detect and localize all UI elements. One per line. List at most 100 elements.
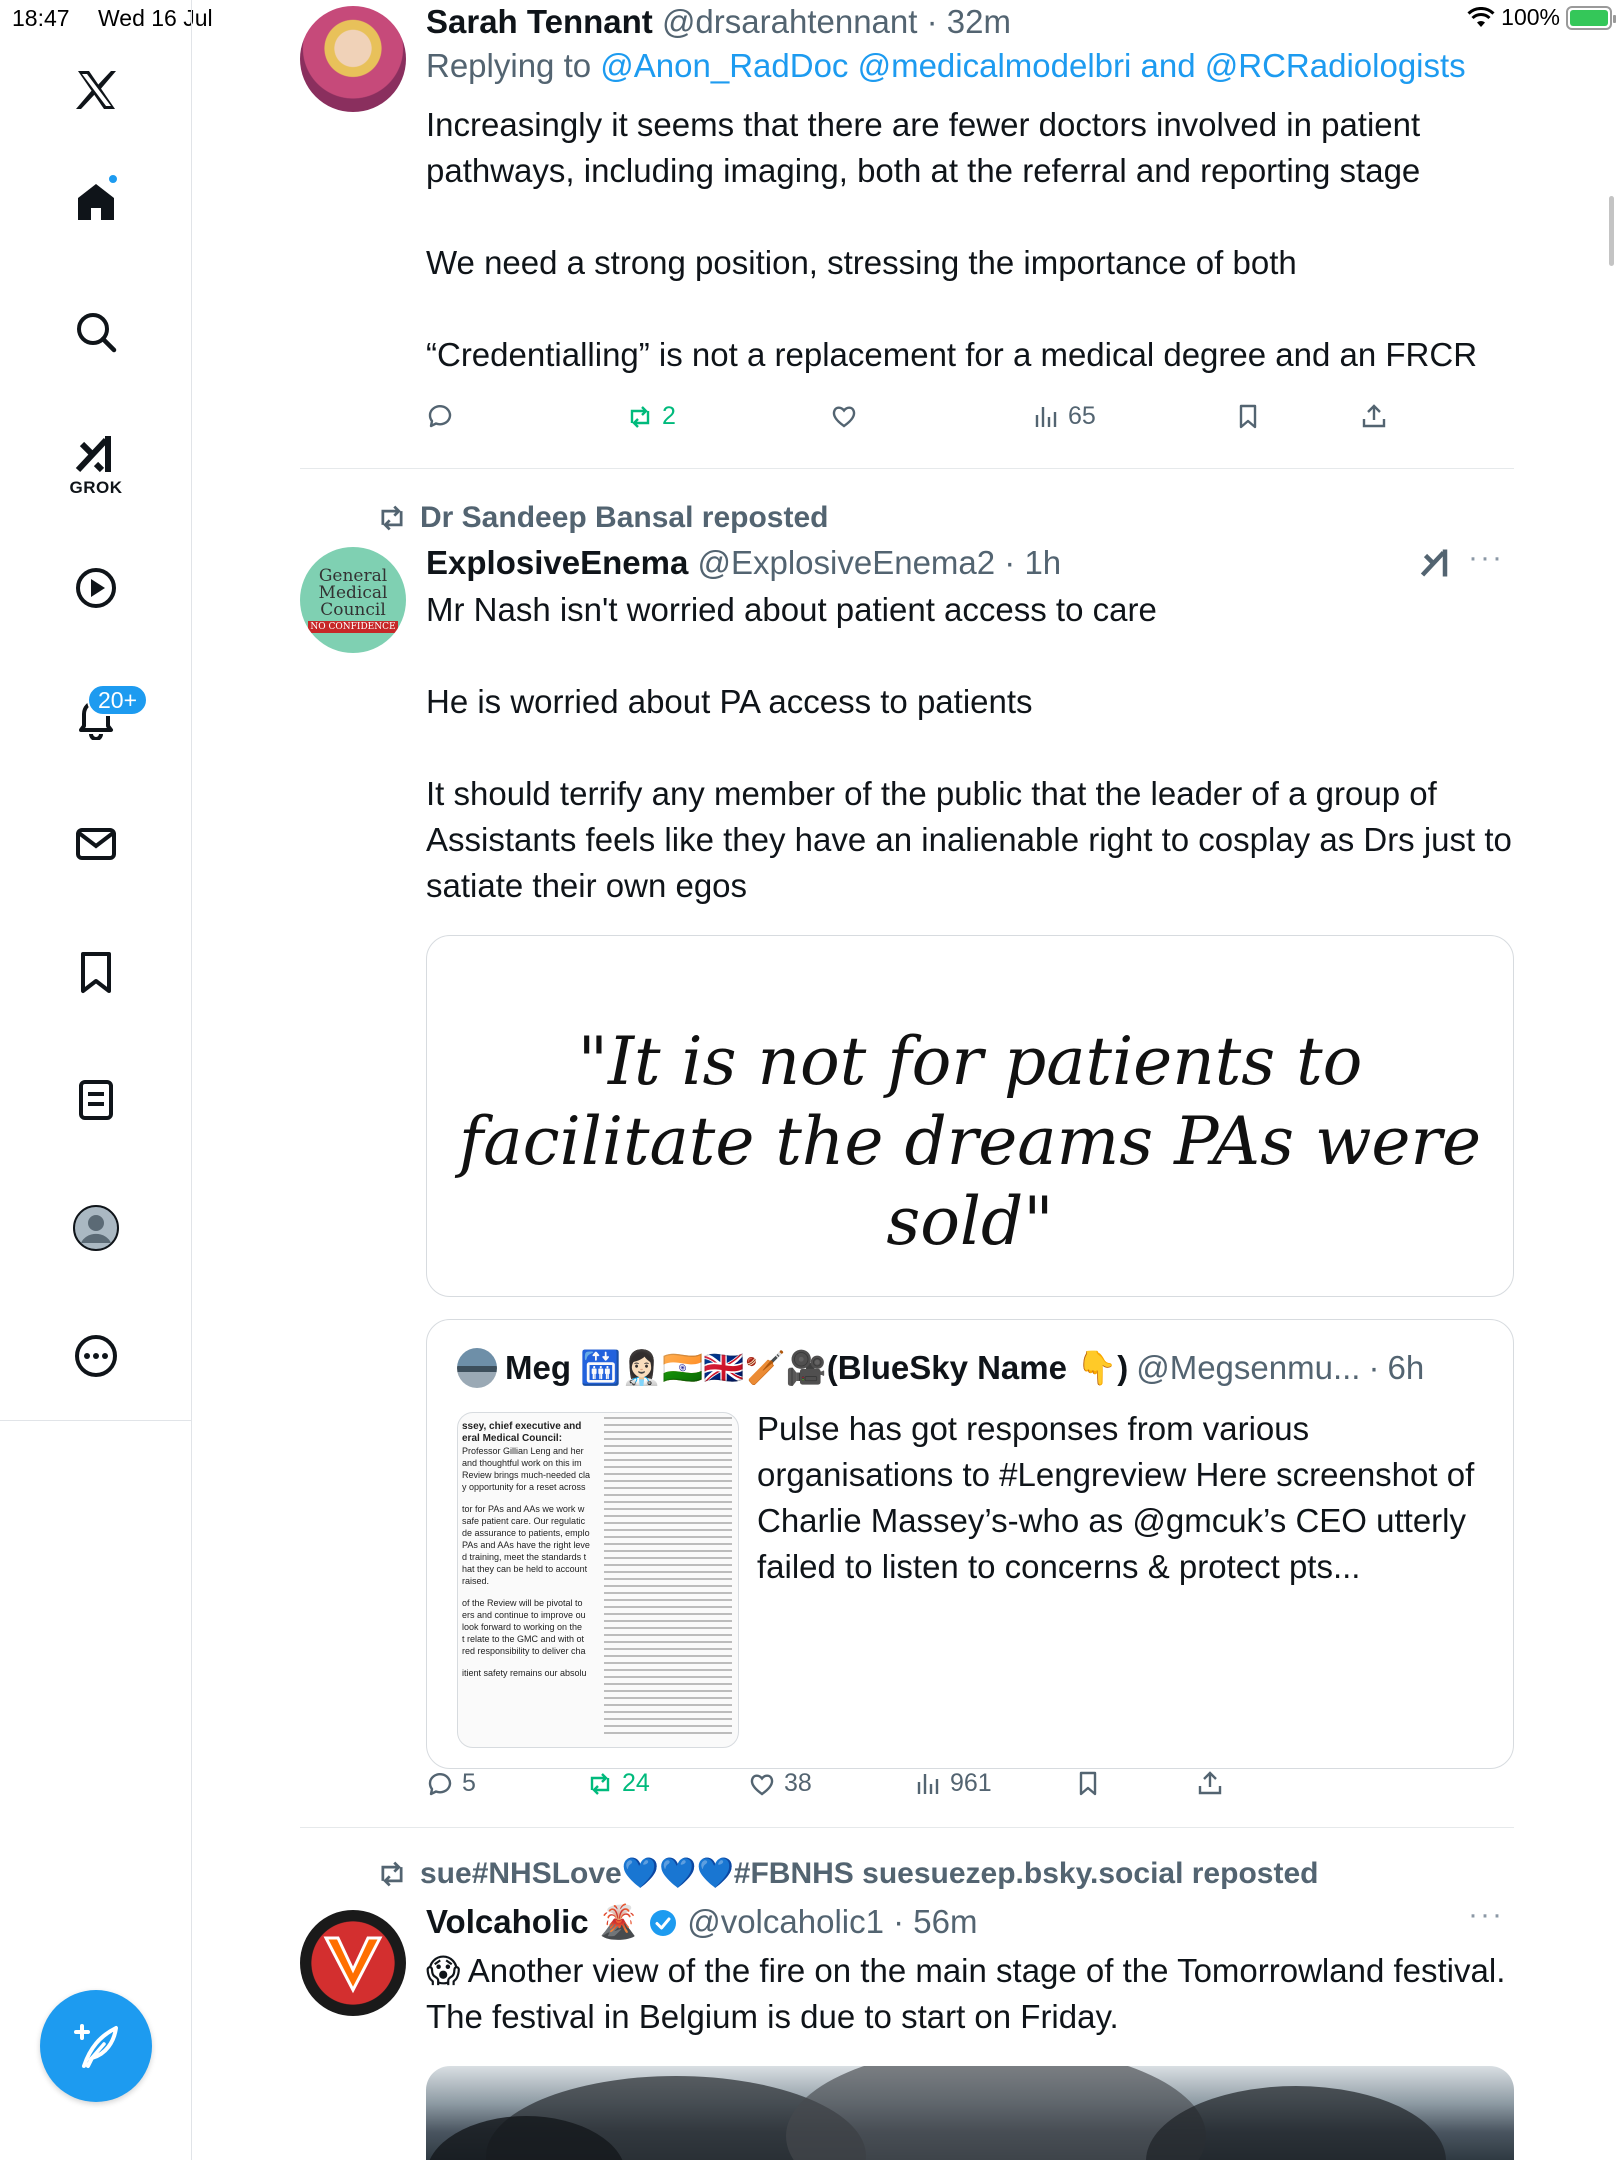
quoted-tweet-thumbnail[interactable]: ssey, chief executive and eral Medical C… bbox=[457, 1412, 739, 1748]
grok-icon[interactable] bbox=[66, 424, 126, 484]
tweet-video-media[interactable] bbox=[426, 2066, 1514, 2160]
handle[interactable]: @volcaholic1 bbox=[687, 1903, 884, 1940]
compose-post-button[interactable] bbox=[40, 1990, 152, 2102]
thumbnail-text-line bbox=[462, 1587, 596, 1597]
repost-button[interactable]: 24 bbox=[586, 1769, 650, 1798]
views-count: 961 bbox=[950, 1769, 992, 1797]
avatar-banner: NO CONFIDENCE bbox=[308, 620, 398, 633]
tweet-sarah-tennant[interactable]: Sarah Tennant @drsarahtennant · 32m Repl… bbox=[300, 0, 1514, 468]
tweet-header: ExplosiveEnema @ExplosiveEnema2 · 1h bbox=[426, 544, 1062, 581]
thumbnail-text-column: ssey, chief executive and eral Medical C… bbox=[458, 1413, 596, 1747]
tweet-image[interactable]: "It is not for patients to facilitate th… bbox=[426, 935, 1514, 1297]
display-name[interactable]: Volcaholic 🌋 bbox=[426, 1903, 639, 1940]
tweet-actions: 2 65 bbox=[426, 402, 1514, 442]
display-name[interactable]: Sarah Tennant bbox=[426, 3, 653, 40]
views-count: 65 bbox=[1068, 402, 1096, 430]
share-icon bbox=[1198, 1771, 1222, 1795]
tweet-header: Volcaholic 🌋 @volcaholic1 · 56m bbox=[426, 1903, 978, 1940]
thumbnail-text-line: tor for PAs and AAs we work w bbox=[462, 1504, 585, 1514]
reply-button[interactable] bbox=[426, 402, 454, 430]
avatar[interactable] bbox=[300, 6, 406, 112]
avatar[interactable] bbox=[457, 1348, 497, 1388]
handle[interactable]: @Megsenmu... bbox=[1136, 1346, 1360, 1390]
profile-avatar-icon[interactable] bbox=[66, 1198, 126, 1258]
thumbnail-text-line: red responsibility to deliver cha bbox=[462, 1646, 586, 1656]
thumbnail-text-line: t relate to the GMC and with ot bbox=[462, 1634, 585, 1644]
replying-to-mentions[interactable]: @Anon_RadDoc @medicalmodelbri and @RCRad… bbox=[600, 47, 1465, 84]
image-quote-text: "It is not for patients to facilitate th… bbox=[427, 1022, 1513, 1262]
thumbnail-text-line bbox=[462, 1493, 596, 1503]
handle[interactable]: @ExplosiveEnema2 bbox=[697, 544, 995, 581]
repost-button[interactable]: 2 bbox=[626, 402, 676, 431]
display-name[interactable]: Meg 🛗👩🏻‍⚕️🇮🇳🇬🇧🏏🎥(BlueSky Name 👇) bbox=[505, 1346, 1128, 1390]
avatar-text: Medical bbox=[318, 582, 388, 603]
repost-icon bbox=[381, 1861, 403, 1887]
avatar-text: Council bbox=[320, 599, 386, 620]
quoted-tweet[interactable]: Meg 🛗👩🏻‍⚕️🇮🇳🇬🇧🏏🎥(BlueSky Name 👇) @Megsen… bbox=[426, 1319, 1514, 1769]
thumbnail-text-line: look forward to working on the bbox=[462, 1622, 583, 1632]
timestamp[interactable]: 1h bbox=[1024, 544, 1061, 581]
handle[interactable]: @drsarahtennant bbox=[662, 3, 918, 40]
tweet-text-paragraph: He is worried about PA access to patient… bbox=[426, 683, 1033, 720]
thumbnail-text-line: safe patient care. Our regulatic bbox=[462, 1516, 586, 1526]
quoted-tweet-text: Pulse has got responses from various org… bbox=[757, 1410, 1475, 1585]
tweet-text-paragraph: It should terrify any member of the publ… bbox=[426, 775, 1512, 904]
x-logo-icon[interactable] bbox=[66, 60, 126, 120]
sidebar: GROK 20+ bbox=[0, 0, 192, 2160]
share-button[interactable] bbox=[1196, 1769, 1224, 1797]
thumbnail-text-line bbox=[462, 1657, 596, 1667]
reposted-by-label: sue#NHSLove💙💙💙#FBNHS suesuezep.bsky.soci… bbox=[420, 1857, 1319, 1890]
home-unread-dot bbox=[107, 173, 119, 185]
tweet-text-paragraph: Mr Nash isn't worried about patient acce… bbox=[426, 591, 1157, 628]
quoted-tweet-header: Meg 🛗👩🏻‍⚕️🇮🇳🇬🇧🏏🎥(BlueSky Name 👇) @Megsen… bbox=[457, 1346, 1424, 1390]
sidebar-divider bbox=[0, 1420, 192, 1421]
thumbnail-heading: ssey, chief executive and eral Medical C… bbox=[462, 1421, 582, 1444]
thumbnail-text-line: hat they can be held to account bbox=[462, 1564, 588, 1574]
thumbnail-text-line: Review brings much-needed cla bbox=[462, 1470, 591, 1480]
thumbnail-text-line: raised. bbox=[462, 1576, 490, 1586]
like-button[interactable] bbox=[830, 402, 858, 430]
views-icon bbox=[1035, 406, 1057, 427]
tweet-volcaholic[interactable]: sue#NHSLove💙💙💙#FBNHS suesuezep.bsky.soci… bbox=[300, 1828, 1514, 2160]
thumbnail-text-line: itient safety remains our absolu bbox=[462, 1668, 587, 1678]
timestamp[interactable]: 6h bbox=[1387, 1346, 1424, 1390]
repost-count: 24 bbox=[622, 1769, 650, 1797]
image-quote-line: "It is not for patients to bbox=[577, 1023, 1363, 1100]
messages-icon[interactable] bbox=[66, 814, 126, 874]
thumbnail-text-line: y opportunity for a reset across bbox=[462, 1482, 586, 1492]
repost-count: 2 bbox=[662, 402, 676, 430]
tweet-text: 😱 Another view of the fire on the main s… bbox=[426, 1952, 1506, 2035]
replying-to: Replying to @Anon_RadDoc @medicalmodelbr… bbox=[426, 44, 1514, 88]
tweet-text-paragraph: “Credentialling” is not a replacement fo… bbox=[426, 336, 1478, 373]
reposted-by[interactable]: sue#NHSLove💙💙💙#FBNHS suesuezep.bsky.soci… bbox=[376, 1854, 1318, 1894]
lists-icon[interactable] bbox=[66, 1070, 126, 1130]
tweet-actions: 5 24 38 961 bbox=[426, 1769, 1514, 1809]
video-icon[interactable] bbox=[66, 558, 126, 618]
timestamp[interactable]: 56m bbox=[913, 1903, 977, 1940]
reply-count: 5 bbox=[462, 1769, 476, 1797]
scroll-indicator[interactable] bbox=[1609, 196, 1614, 266]
timestamp[interactable]: 32m bbox=[947, 3, 1011, 40]
share-button[interactable] bbox=[1360, 402, 1388, 430]
compose-feather-icon bbox=[74, 2024, 118, 2068]
bookmark-button[interactable] bbox=[1074, 1769, 1102, 1797]
avatar[interactable] bbox=[300, 1910, 406, 2016]
thumbnail-text-line: of the Review will be pivotal to bbox=[462, 1598, 583, 1608]
tweet-explosive-enema[interactable]: Dr Sandeep Bansal reposted General Medic… bbox=[300, 469, 1514, 1827]
reposted-by[interactable]: Dr Sandeep Bansal reposted bbox=[376, 498, 828, 538]
heart-icon bbox=[832, 406, 856, 428]
bookmarks-icon[interactable] bbox=[66, 942, 126, 1002]
thumbnail-text-column bbox=[602, 1413, 734, 1747]
bookmark-icon bbox=[1239, 404, 1257, 429]
views-button[interactable]: 65 bbox=[1032, 402, 1096, 431]
repost-icon bbox=[381, 505, 403, 531]
display-name[interactable]: ExplosiveEnema bbox=[426, 544, 688, 581]
repost-icon bbox=[590, 1772, 610, 1795]
search-icon[interactable] bbox=[66, 302, 126, 362]
reply-button[interactable]: 5 bbox=[426, 1769, 476, 1798]
more-options-icon[interactable] bbox=[66, 1326, 126, 1386]
like-button[interactable]: 38 bbox=[748, 1769, 812, 1798]
bookmark-button[interactable] bbox=[1234, 402, 1262, 430]
avatar[interactable]: General Medical Council NO CONFIDENCE bbox=[300, 547, 406, 653]
views-button[interactable]: 961 bbox=[914, 1769, 992, 1798]
